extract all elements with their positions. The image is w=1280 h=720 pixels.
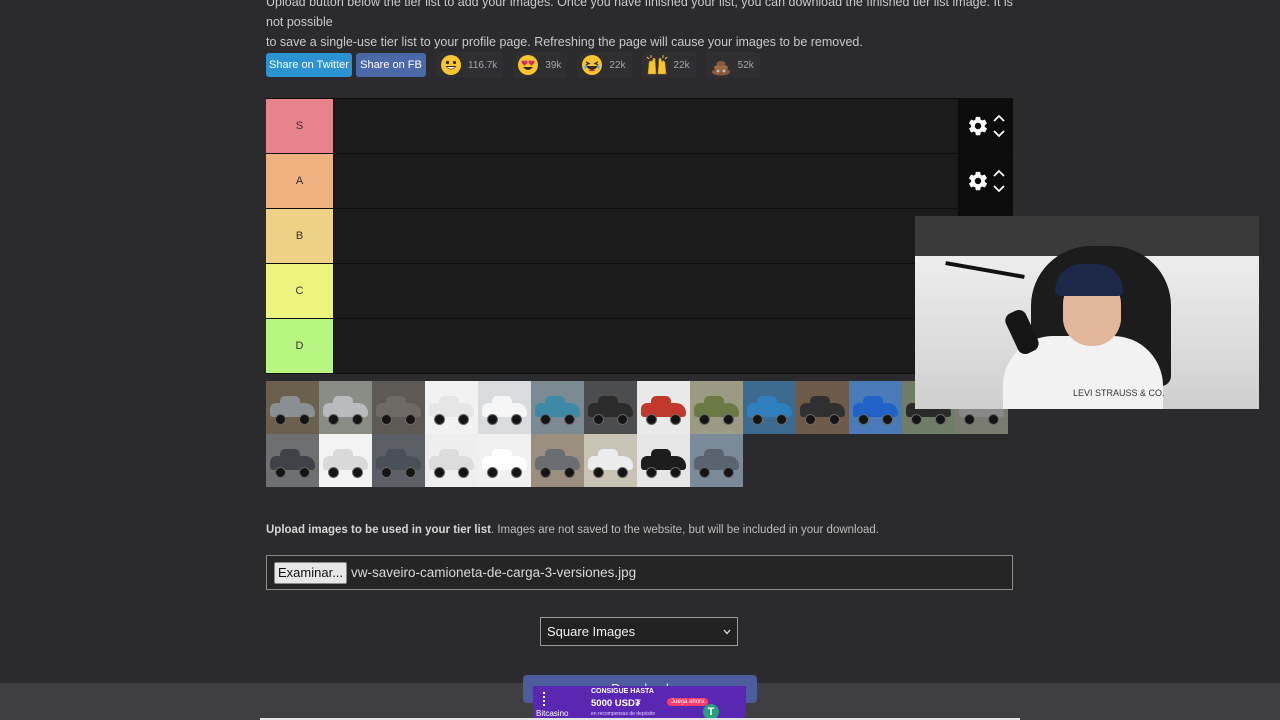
pickup-truck-thumbnail[interactable] [266, 381, 319, 434]
tier-label[interactable]: A [266, 154, 334, 208]
pickup-truck-thumbnail[interactable] [266, 434, 319, 487]
pickup-truck-thumbnail[interactable] [425, 381, 478, 434]
tier-label[interactable]: D [266, 319, 334, 373]
pickup-truck-thumbnail[interactable] [478, 434, 531, 487]
reaction-heart-eyes[interactable]: 39k [513, 52, 568, 78]
selected-file-name: vw-saveiro-camioneta-de-carga-3-versione… [351, 565, 637, 580]
tier-row-d: D [266, 318, 1013, 374]
ad-fine-print: en recompensas de depósito [591, 711, 656, 717]
upload-instructions-rest: . Images are not saved to the website, b… [490, 524, 879, 536]
pickup-truck-thumbnail[interactable] [584, 434, 637, 487]
laughing-face-icon [581, 54, 603, 76]
move-arrows [992, 169, 1005, 193]
pickup-truck-thumbnail[interactable] [584, 381, 637, 434]
tier-row-s: S [266, 98, 1013, 153]
poop-icon [710, 54, 732, 76]
tier-drop-area[interactable] [334, 99, 958, 153]
gear-icon[interactable] [967, 170, 989, 192]
chevron-up-icon[interactable] [992, 114, 1005, 122]
image-mode-select[interactable]: Square Images [540, 617, 738, 646]
webcam-overlay: LEVI STRAUSS & CO. [915, 216, 1259, 409]
reaction-grinning[interactable]: 116.7k [436, 52, 504, 78]
ad-brand: Bitcasino [536, 709, 569, 718]
chevron-down-icon [723, 629, 731, 634]
pickup-truck-thumbnail[interactable] [319, 381, 372, 434]
upload-instructions-bold: Upload images to be used in your tier li… [266, 524, 491, 536]
tier-row-a: A [266, 153, 1013, 208]
webcam-shirt-text: LEVI STRAUSS & CO. [1073, 388, 1165, 398]
tier-label[interactable]: B [266, 209, 334, 263]
gear-icon[interactable] [967, 115, 989, 137]
bitcasino-logo [543, 692, 557, 706]
ad-amount: 5000 USD₮ [591, 698, 641, 709]
chevron-up-icon[interactable] [992, 169, 1005, 177]
ad-cta-button[interactable]: Juega ahora [667, 698, 709, 706]
tier-table: S A B C D [266, 98, 1013, 374]
webcam-person-cap [1055, 264, 1123, 296]
file-upload-input[interactable]: Examinar... vw-saveiro-camioneta-de-carg… [266, 555, 1013, 590]
tier-label[interactable]: C [266, 264, 334, 318]
chevron-down-icon[interactable] [992, 185, 1005, 193]
pickup-truck-thumbnail[interactable] [531, 381, 584, 434]
share-twitter-button[interactable]: Share on Twitter [266, 53, 352, 77]
intro-line-1: Upload button below the tier list to add… [266, 0, 1013, 29]
tier-controls [958, 154, 1013, 208]
upload-instructions: Upload images to be used in your tier li… [266, 524, 879, 536]
tier-drop-area[interactable] [334, 319, 958, 373]
pickup-truck-thumbnail[interactable] [637, 434, 690, 487]
pickup-truck-thumbnail[interactable] [743, 381, 796, 434]
reaction-count: 22k [609, 59, 626, 71]
tier-label[interactable]: S [266, 99, 334, 153]
pickup-truck-thumbnail[interactable] [690, 434, 743, 487]
reaction-poop[interactable]: 52k [705, 52, 760, 78]
intro-text: Upload button below the tier list to add… [266, 0, 1026, 52]
pickup-truck-thumbnail[interactable] [425, 434, 478, 487]
share-fb-button[interactable]: Share on FB [356, 53, 426, 77]
reaction-count: 22k [673, 59, 690, 71]
reaction-count: 39k [545, 59, 562, 71]
pickup-truck-thumbnail[interactable] [319, 434, 372, 487]
tier-drop-area[interactable] [334, 264, 958, 318]
tier-row-b: B [266, 208, 1013, 263]
reaction-raised-hands[interactable]: 22k [641, 52, 696, 78]
raised-hands-icon [646, 54, 668, 76]
move-arrows [992, 114, 1005, 138]
pickup-truck-thumbnail[interactable] [849, 381, 902, 434]
reaction-laughing[interactable]: 22k [577, 52, 632, 78]
tier-drop-area[interactable] [334, 154, 958, 208]
pickup-truck-thumbnail[interactable] [637, 381, 690, 434]
pickup-truck-thumbnail[interactable] [372, 434, 425, 487]
pickup-truck-thumbnail[interactable] [372, 381, 425, 434]
reaction-count: 52k [737, 59, 754, 71]
pickup-truck-thumbnail[interactable] [531, 434, 584, 487]
ad-banner[interactable]: Bitcasino CONSIGUE HASTA 5000 USD₮ en re… [533, 686, 746, 720]
pickup-truck-thumbnail[interactable] [796, 381, 849, 434]
tier-controls [958, 99, 1013, 153]
browse-button[interactable]: Examinar... [274, 561, 348, 584]
pickup-truck-thumbnail[interactable] [478, 381, 531, 434]
reaction-count: 116.7k [468, 59, 498, 71]
heart-eyes-icon [517, 54, 539, 76]
pickup-truck-thumbnail[interactable] [690, 381, 743, 434]
ad-headline: CONSIGUE HASTA [591, 688, 654, 695]
grinning-face-icon [440, 54, 462, 76]
intro-line-2: to save a single-use tier list to your p… [266, 35, 863, 49]
chevron-down-icon[interactable] [992, 130, 1005, 138]
tier-row-c: C [266, 263, 1013, 318]
image-mode-selected: Square Images [547, 624, 636, 639]
share-row: Share on Twitter Share on FB 116.7k 39k … [266, 52, 760, 78]
image-pool[interactable] [266, 381, 1013, 487]
tier-drop-area[interactable] [334, 209, 958, 263]
